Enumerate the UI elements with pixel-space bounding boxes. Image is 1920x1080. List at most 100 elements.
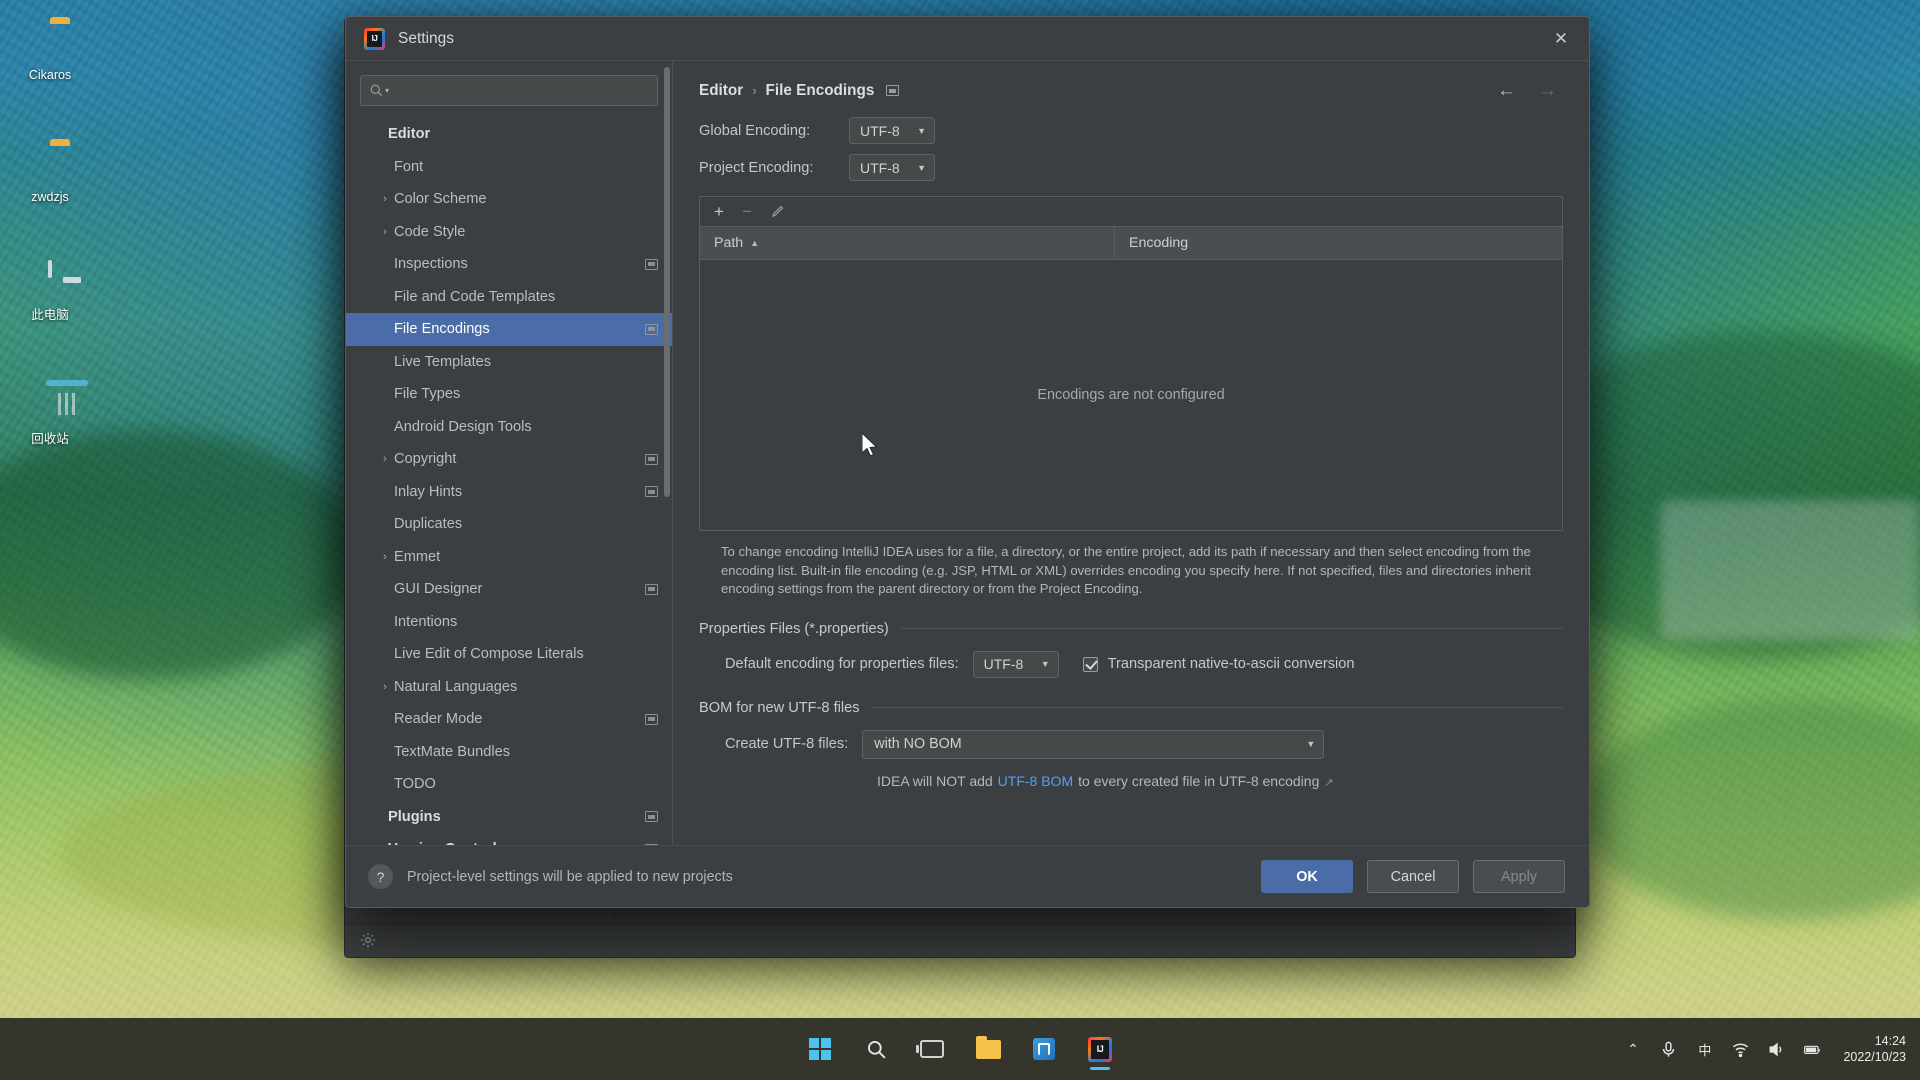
bom-note: IDEA will NOT add UTF-8 BOM to every cre… [699,773,1563,789]
sidebar-item-label: File Encodings [394,321,490,338]
microsoft-store-button[interactable] [1021,1027,1067,1071]
start-button[interactable] [797,1027,843,1071]
external-link-icon[interactable]: ↗ [1324,776,1333,789]
sidebar-item-gui-designer[interactable]: ›GUI Designer [346,573,672,606]
bom-note-suffix: to every created file in UTF-8 encoding [1078,772,1320,789]
sidebar-item-live-templates[interactable]: ›Live Templates [346,346,672,379]
settings-dialog[interactable]: Settings ✕ ▾ ›Editor›Font›Color Scheme›C… [345,16,1590,908]
sidebar-item-inlay-hints[interactable]: ›Inlay Hints [346,476,672,509]
desktop-icon-cikaros[interactable]: Cikaros [4,22,96,83]
transparent-conversion-checkbox[interactable]: Transparent native-to-ascii conversion [1082,656,1355,672]
sidebar-item-editor[interactable]: ›Editor [346,118,672,151]
properties-files-section: Properties Files (*.properties) Default … [699,621,1563,678]
close-icon[interactable]: ✕ [1539,22,1583,56]
sidebar-item-file-types[interactable]: ›File Types [346,378,672,411]
sidebar-scrollbar[interactable] [664,67,670,497]
wifi-icon[interactable] [1731,1040,1750,1059]
breadcrumb-separator: › [752,83,757,98]
chevron-down-icon[interactable]: ▾ [385,86,389,95]
search-button[interactable] [853,1027,899,1071]
create-utf8-combo[interactable]: with NO BOM ▼ [862,729,1325,759]
help-icon[interactable]: ? [368,864,393,889]
global-encoding-combo[interactable]: UTF-8 ▼ [849,117,935,144]
task-view-button[interactable] [909,1027,955,1071]
chevron-right-icon[interactable]: › [370,843,388,845]
ime-indicator[interactable]: 中 [1695,1040,1714,1059]
sidebar-item-label: TextMate Bundles [394,743,511,760]
battery-icon[interactable] [1803,1040,1822,1059]
sidebar-item-code-style[interactable]: › Code Style [346,216,672,249]
column-header-path[interactable]: Path ▲ [700,227,1115,259]
project-encoding-combo[interactable]: UTF-8 ▼ [849,154,935,181]
utf8-bom-link[interactable]: UTF-8 BOM [998,773,1073,789]
checkbox-icon[interactable] [1082,656,1098,672]
desktop-icon-recycle-bin[interactable]: 回收站 [4,386,96,447]
chevron-right-icon[interactable]: › [376,226,394,238]
sidebar-item-label: Code Style [394,223,466,240]
sidebar-item-label: GUI Designer [394,581,483,598]
sidebar-item-emmet[interactable]: › Emmet [346,541,672,574]
chevron-right-icon[interactable]: › [376,193,394,205]
dialog-title: Settings [398,29,455,47]
transparent-conversion-label: Transparent native-to-ascii conversion [1107,656,1355,672]
taskbar[interactable]: ⌃ 中 14:24 2022/10/23 [0,1018,1920,1080]
sidebar-item-font[interactable]: ›Font [346,151,672,184]
task-view-icon [916,1040,944,1058]
sidebar-item-inspections[interactable]: ›Inspections [346,248,672,281]
remove-button[interactable]: − [742,203,752,220]
chevron-right-icon[interactable]: › [376,551,394,563]
sidebar-item-color-scheme[interactable]: › Color Scheme [346,183,672,216]
ok-button[interactable]: OK [1261,860,1353,893]
edit-pencil-icon[interactable] [770,204,785,219]
microphone-icon[interactable] [1659,1040,1678,1059]
sidebar-item-duplicates[interactable]: ›Duplicates [346,508,672,541]
chevron-up-icon[interactable]: ⌃ [1623,1040,1642,1059]
dialog-title-bar[interactable]: Settings ✕ [346,17,1589,61]
gear-icon[interactable] [359,931,377,949]
search-box[interactable]: ▾ [360,75,658,106]
scenery-blob [0,430,360,680]
chevron-right-icon[interactable]: › [376,681,394,693]
forward-arrow-icon[interactable]: → [1538,81,1557,100]
sidebar-item-copyright[interactable]: › Copyright [346,443,672,476]
bom-section-header: BOM for new UTF-8 files [699,700,1563,716]
properties-section-title: Properties Files (*.properties) [699,620,889,637]
file-explorer-button[interactable] [965,1027,1011,1071]
volume-icon[interactable] [1767,1040,1786,1059]
back-arrow-icon[interactable]: ← [1497,81,1516,100]
sidebar-item-android-design-tools[interactable]: ›Android Design Tools [346,411,672,444]
settings-tree[interactable]: ›Editor›Font›Color Scheme›Code Style›Ins… [346,116,672,845]
chevron-right-icon[interactable]: › [376,453,394,465]
project-encoding-row: Project Encoding: UTF-8 ▼ [699,149,1563,186]
desktop: Cikaros zwdzjs 此电脑 回收站 Settings ✕ [0,0,1920,1080]
sidebar-item-natural-languages[interactable]: › Natural Languages [346,671,672,704]
sidebar-item-version-control[interactable]: ›Version Control [346,833,672,845]
desktop-icon-this-pc[interactable]: 此电脑 [4,260,96,323]
add-button[interactable]: + [714,203,724,220]
sidebar-item-file-and-code-templates[interactable]: ›File and Code Templates [346,281,672,314]
intellij-idea-taskbar-button[interactable] [1077,1027,1123,1071]
sidebar-item-label: Natural Languages [394,678,518,695]
cancel-button[interactable]: Cancel [1367,860,1459,893]
column-header-encoding[interactable]: Encoding [1115,235,1188,251]
desktop-icon-zwdzjs[interactable]: zwdzjs [4,144,96,205]
breadcrumb-parent[interactable]: Editor [699,82,743,100]
table-body[interactable]: Encodings are not configured [700,260,1562,530]
sidebar-item-live-edit-of-compose-literals[interactable]: ›Live Edit of Compose Literals [346,638,672,671]
sidebar-item-file-encodings[interactable]: ›File Encodings [346,313,672,346]
apply-button[interactable]: Apply [1473,860,1565,893]
properties-encoding-combo[interactable]: UTF-8 ▼ [972,650,1059,678]
sidebar-item-intentions[interactable]: ›Intentions [346,606,672,639]
sidebar-item-plugins[interactable]: ›Plugins [346,801,672,834]
sidebar-item-todo[interactable]: ›TODO [346,768,672,801]
recycle-bin-icon [27,386,73,426]
dialog-main: ▾ ›Editor›Font›Color Scheme›Code Style›I… [346,61,1589,845]
clock[interactable]: 14:24 2022/10/23 [1843,1033,1906,1065]
search-input[interactable] [394,82,649,99]
desktop-icon-label: zwdzjs [31,190,69,204]
section-divider [871,707,1563,708]
sidebar-item-reader-mode[interactable]: ›Reader Mode [346,703,672,736]
search-wrapper: ▾ [346,61,672,116]
sidebar-item-textmate-bundles[interactable]: ›TextMate Bundles [346,736,672,769]
scenery-blob [1580,700,1920,920]
